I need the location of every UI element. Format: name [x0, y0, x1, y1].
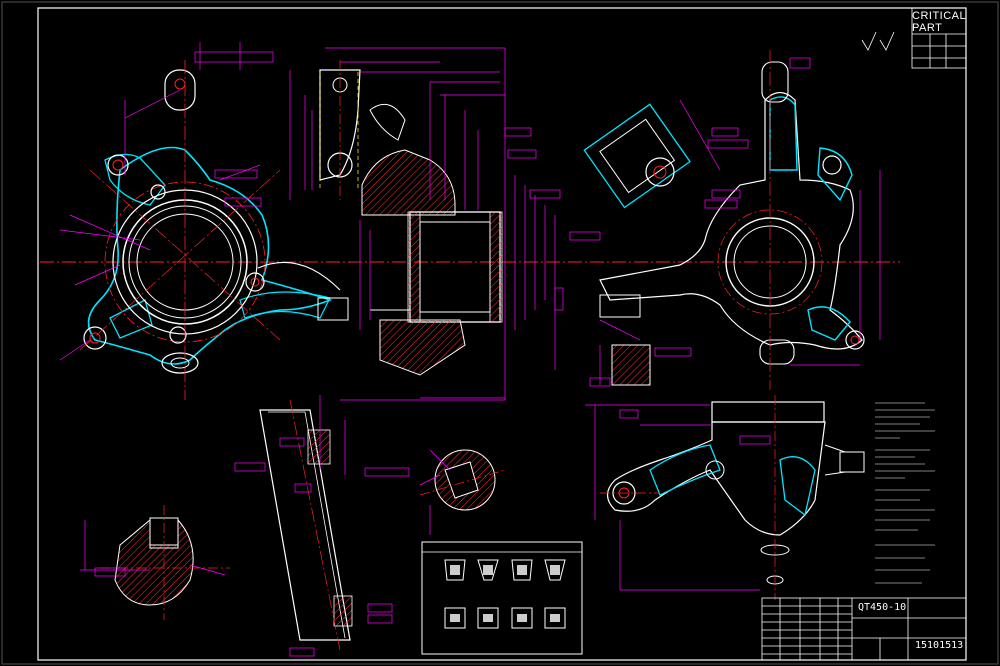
critical-part-label: CRITICAL PART — [912, 10, 967, 66]
drawing-number: 15101513 — [915, 640, 964, 651]
roughness-symbol — [861, 31, 895, 51]
small-section-a — [589, 344, 692, 387]
detail-circle-view — [419, 449, 506, 535]
long-part-view — [234, 395, 410, 657]
technical-notes — [875, 402, 935, 584]
critical-label-line1: CRITICAL — [912, 10, 967, 22]
round-section-view — [80, 505, 230, 620]
center-section-view — [289, 47, 601, 401]
engineering-drawing-sheet — [1, 1, 999, 665]
inspection-grid-box — [421, 541, 583, 655]
right-rear-view — [583, 50, 881, 390]
critical-label-line2: PART — [912, 22, 943, 34]
bottom-right-side-view — [585, 395, 865, 600]
material-label: QT450-10 — [858, 602, 907, 613]
